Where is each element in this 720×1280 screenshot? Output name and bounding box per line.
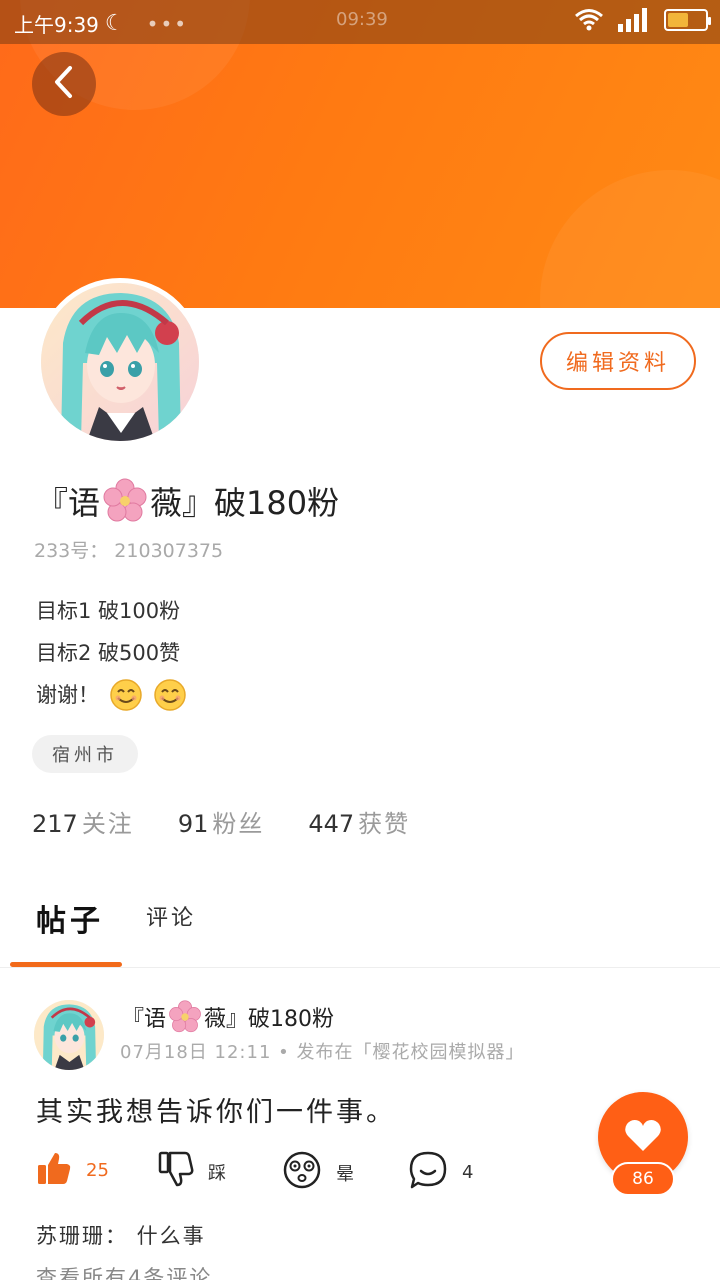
profile-banner [0, 0, 720, 308]
status-bar: 上午9:39 ☾ ••• 09:39 [0, 0, 720, 44]
battery-icon [664, 9, 711, 31]
bio-line: 目标2 破500赞 [36, 641, 181, 665]
active-tab-indicator [10, 962, 122, 967]
likes-stat: 447 获赞 [308, 804, 410, 839]
likes-label: 获赞 [358, 810, 411, 838]
profile-tabs: 帖子 评论 [0, 880, 720, 968]
dislike-button[interactable]: 踩 [158, 1150, 226, 1193]
fans-stat[interactable]: 91 粉丝 [178, 804, 265, 839]
like-button[interactable]: 25 [36, 1150, 109, 1191]
username-prefix: 『语 [36, 484, 101, 522]
author-prefix: 『语 [122, 1007, 167, 1032]
edit-profile-button[interactable]: 编辑资料 [540, 332, 696, 390]
cherry-blossom-icon [168, 1000, 202, 1034]
cherry-blossom-icon [102, 478, 148, 524]
fans-label: 粉丝 [212, 810, 265, 838]
comment-button[interactable]: 4 [408, 1150, 473, 1195]
comment-preview[interactable]: 苏珊珊： 什么事 [36, 1220, 206, 1250]
author-suffix: 薇』破180粉 [204, 1007, 335, 1032]
user-id: 233号： 210307375 [34, 540, 224, 562]
tab-posts[interactable]: 帖子 [36, 896, 104, 940]
comment-count: 4 [462, 1162, 474, 1183]
dislike-label: 踩 [208, 1162, 226, 1184]
bio-line: 谢谢！ [36, 683, 99, 707]
moon-icon: ☾ [104, 11, 125, 36]
tab-comments[interactable]: 评论 [146, 900, 196, 932]
username-suffix: 薇』破180粉 [150, 484, 340, 522]
view-all-comments-link[interactable]: 查看所有4条评论 [36, 1262, 212, 1280]
dizzy-button[interactable]: 晕 [282, 1150, 354, 1195]
heart-icon [623, 1117, 663, 1157]
status-time-center: 09:39 [336, 9, 388, 30]
comment-bubble-icon [408, 1150, 448, 1195]
bio-line: 目标1 破100粉 [36, 599, 181, 623]
wifi-icon [574, 8, 604, 32]
following-stat[interactable]: 217 关注 [32, 804, 134, 839]
likes-count: 447 [308, 810, 355, 838]
chevron-left-icon [50, 64, 78, 104]
smiley-icon [153, 678, 187, 712]
smiley-icon [109, 678, 143, 712]
post-body[interactable]: 其实我想告诉你们一件事。 [36, 1090, 396, 1129]
signal-icon [618, 8, 650, 32]
following-label: 关注 [81, 810, 134, 838]
avatar[interactable] [36, 278, 204, 446]
banner-decoration [540, 170, 720, 308]
post-meta: 07月18日 12:11 • 发布在「樱花校园模拟器」 [120, 1042, 525, 1063]
post-author-avatar[interactable] [34, 1000, 104, 1070]
location-tag: 宿州市 [32, 735, 138, 773]
post-actions: 25 踩 晕 4 [36, 1150, 636, 1198]
more-notifications-icon: ••• [146, 11, 189, 36]
post-author-name[interactable]: 『语 薇』破180粉 [122, 1000, 334, 1034]
profile-stats: 217 关注 91 粉丝 447 获赞 [32, 804, 410, 839]
dizzy-label: 晕 [336, 1163, 354, 1185]
status-time: 上午9:39 [14, 13, 99, 37]
floating-like-count: 86 [611, 1162, 675, 1196]
like-count: 25 [86, 1160, 109, 1181]
thumbs-down-icon [158, 1150, 194, 1193]
profile-bio: 目标1 破100粉 目标2 破500赞 谢谢！ [36, 590, 187, 716]
dizzy-face-icon [282, 1150, 322, 1195]
profile-username: 『语 薇』破180粉 [36, 478, 339, 524]
thumbs-up-icon [36, 1150, 72, 1191]
back-button[interactable] [32, 52, 96, 116]
following-count: 217 [32, 810, 78, 838]
fans-count: 91 [177, 810, 209, 838]
